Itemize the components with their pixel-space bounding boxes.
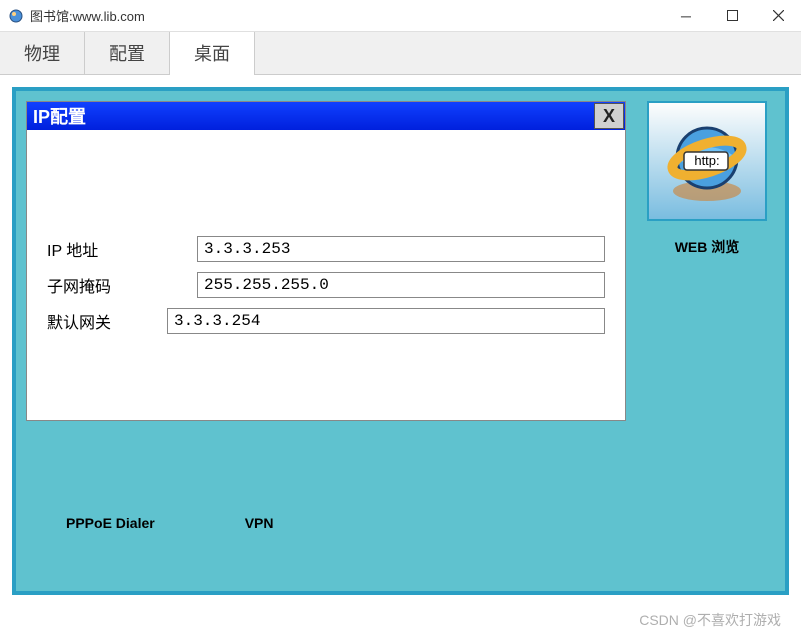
background-apps: PPPoE Dialer VPN [66,515,274,531]
web-browser-icon-box: http: [647,101,767,221]
ip-dialog-close-button[interactable]: X [594,103,624,129]
ip-config-dialog: IP配置 X IP 地址 子网掩码 默认网关 [26,101,626,421]
desktop-area: PPPoE Dialer VPN IP配置 X IP 地址 子网掩码 默认网关 [12,87,789,595]
tab-bar: 物理 配置 桌面 [0,32,801,75]
ip-dialog-titlebar[interactable]: IP配置 X [27,102,625,130]
pppoe-app-label[interactable]: PPPoE Dialer [66,515,155,531]
http-badge: http: [694,153,719,168]
subnet-mask-label: 子网掩码 [47,273,197,297]
vpn-app-label[interactable]: VPN [245,515,274,531]
watermark: CSDN @不喜欢打游戏 [639,610,781,630]
close-button[interactable] [755,0,801,32]
ip-address-input[interactable] [197,236,605,262]
ip-dialog-body: IP 地址 子网掩码 默认网关 [27,130,625,420]
window-titlebar: 图书馆:www.lib.com ─ [0,0,801,32]
web-browser-icon: http: [662,116,752,206]
default-gateway-label: 默认网关 [47,309,167,333]
window-title: 图书馆:www.lib.com [30,6,663,25]
app-icon [8,8,24,24]
web-browser-label: WEB 浏览 [647,237,767,257]
tab-desktop[interactable]: 桌面 [170,32,255,74]
tab-physical[interactable]: 物理 [0,32,85,74]
default-gateway-input[interactable] [167,308,605,334]
minimize-button[interactable]: ─ [663,0,709,32]
ip-dialog-title: IP配置 [33,103,86,129]
ip-address-label: IP 地址 [47,237,197,261]
window-buttons: ─ [663,0,801,32]
subnet-mask-input[interactable] [197,272,605,298]
maximize-button[interactable] [709,0,755,32]
tab-config[interactable]: 配置 [85,32,170,74]
web-browser-app[interactable]: http: WEB 浏览 [647,101,767,257]
